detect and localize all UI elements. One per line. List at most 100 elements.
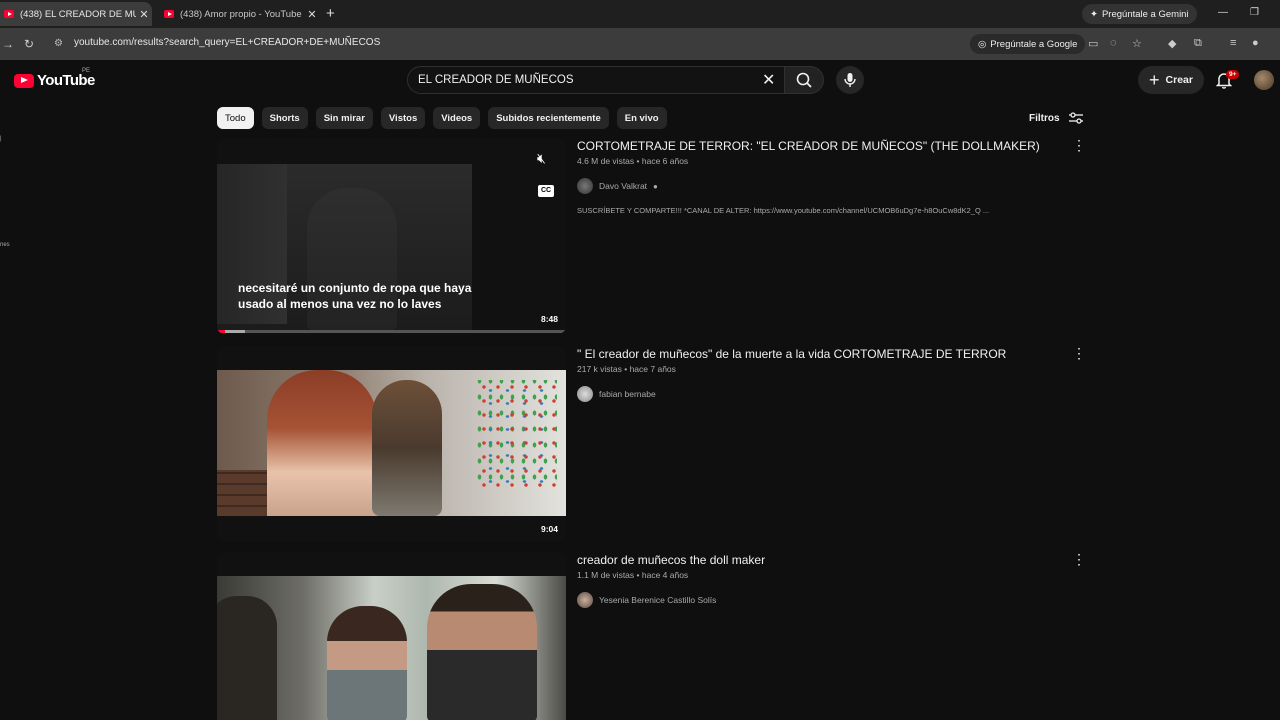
omnibox[interactable]: ⚙ youtube.com/results?search_query=EL+CR… — [48, 32, 1270, 56]
video-result[interactable]: creador de muñecos the doll maker 1.1 M … — [217, 552, 1087, 720]
site-info-icon[interactable]: ⚙ — [54, 38, 63, 49]
restore-icon[interactable]: ❐ — [1250, 7, 1259, 18]
voice-search-button[interactable] — [836, 66, 864, 94]
sliders-icon — [1068, 112, 1083, 124]
minimize-icon[interactable]: — — [1218, 7, 1228, 18]
more-actions-icon[interactable]: ⋮ — [1072, 346, 1086, 360]
search-button[interactable] — [784, 66, 824, 94]
sidebar-edge-text: nes — [0, 242, 10, 248]
clear-search-icon[interactable]: ✕ — [762, 70, 775, 90]
video-title[interactable]: " El creador de muñecos" de la muerte a … — [577, 346, 1077, 362]
thumb-doll — [372, 380, 442, 516]
video-thumbnail[interactable] — [217, 552, 566, 720]
subtitle-line: necesitaré un conjunto de ropa que haya — [238, 281, 472, 295]
video-thumbnail[interactable]: 9:04 — [217, 346, 566, 542]
video-duration: 8:48 — [540, 314, 558, 324]
thumbnail-image — [217, 370, 566, 516]
search-icon — [796, 72, 812, 88]
microphone-icon — [844, 73, 856, 87]
channel-row[interactable]: Yesenia Berenice Castillo Solís — [577, 592, 1077, 608]
youtube-favicon-icon — [164, 10, 174, 18]
subtitle-line: usado al menos una vez no lo laves — [238, 297, 442, 311]
channel-name[interactable]: Yesenia Berenice Castillo Solís — [599, 595, 716, 605]
preview-progress-bar[interactable] — [217, 330, 566, 333]
chip-vistos[interactable]: Vistos — [380, 107, 426, 129]
channel-row[interactable]: fabian bernabe — [577, 386, 1077, 402]
chip-en-vivo[interactable]: En vivo — [616, 107, 667, 129]
sidebar-edge-mark: | — [0, 136, 2, 142]
extension-icon[interactable]: ◆ — [1168, 37, 1176, 50]
channel-avatar[interactable] — [577, 386, 593, 402]
verified-check-icon: ● — [653, 181, 658, 191]
reading-list-icon[interactable]: ≡ — [1230, 37, 1236, 49]
url-text[interactable]: youtube.com/results?search_query=EL+CREA… — [74, 37, 380, 48]
ask-google-label: Pregúntale a Google — [990, 38, 1078, 50]
thumb-woman — [327, 606, 407, 720]
youtube-play-icon — [14, 73, 34, 88]
more-actions-icon[interactable]: ⋮ — [1072, 138, 1086, 152]
close-tab-icon[interactable]: ✕ — [304, 8, 320, 21]
video-meta: 1.1 M de vistas • hace 4 años — [577, 570, 689, 580]
tab-inactive[interactable]: (438) Amor propio - YouTube ✕ — [160, 2, 320, 26]
ask-google-button[interactable]: ◎ Pregúntale a Google — [970, 34, 1086, 54]
lens-icon: ◎ — [978, 38, 987, 50]
ask-gemini-label: Pregúntale a Gemini — [1101, 8, 1189, 20]
channel-name[interactable]: Davo Valkrat — [599, 181, 647, 191]
thumbnail-image — [217, 576, 566, 720]
ask-gemini-button[interactable]: ✦ Pregúntale a Gemini — [1082, 4, 1197, 24]
tab-active[interactable]: (438) EL CREADOR DE MUÑECOS ✕ — [0, 2, 152, 26]
search-box[interactable]: EL CREADOR DE MUÑECOS ✕ — [407, 66, 785, 94]
mute-icon[interactable]: 🔇︎ — [537, 150, 546, 167]
chip-videos[interactable]: Videos — [433, 107, 481, 129]
profile-icon[interactable]: ● — [1252, 37, 1259, 49]
country-code: PE — [82, 68, 91, 74]
notifications-badge: 9+ — [1226, 70, 1240, 79]
bookmark-star-icon[interactable]: ☆ — [1132, 37, 1142, 50]
tracking-protection-icon[interactable]: ◌ — [1110, 37, 1117, 49]
close-tab-icon[interactable]: ✕ — [136, 8, 152, 21]
video-info: CORTOMETRAJE DE TERROR: "EL CREADOR DE M… — [577, 138, 1077, 215]
cast-icon[interactable]: ▭ — [1088, 37, 1098, 50]
plus-icon: + — [1149, 70, 1160, 90]
youtube-wordmark: YouTube — [37, 72, 95, 89]
thumb-kid — [217, 596, 277, 720]
chip-todo[interactable]: Todo — [217, 107, 254, 129]
filters-button[interactable]: Filtros — [1029, 111, 1084, 125]
channel-row[interactable]: Davo Valkrat ● — [577, 178, 1077, 194]
video-title[interactable]: CORTOMETRAJE DE TERROR: "EL CREADOR DE M… — [577, 138, 1077, 154]
filter-chips: Todo Shorts Sin mirar Vistos Videos Subi… — [217, 107, 667, 129]
video-meta: 4.6 M de vistas • hace 6 años — [577, 156, 689, 166]
filters-label: Filtros — [1029, 112, 1060, 124]
search-input[interactable]: EL CREADOR DE MUÑECOS — [418, 74, 574, 86]
extensions-puzzle-icon[interactable]: ⧉ — [1194, 37, 1202, 50]
video-thumbnail-preview[interactable]: necesitaré un conjunto de ropa que haya … — [217, 138, 566, 334]
thumb-dots — [477, 380, 557, 490]
account-avatar[interactable] — [1254, 70, 1274, 90]
channel-avatar[interactable] — [577, 178, 593, 194]
video-result[interactable]: 9:04 " El creador de muñecos" de la muer… — [217, 346, 1087, 542]
video-description: SUSCRÍBETE Y COMPARTE!!! *CANAL DE ALTER… — [577, 206, 990, 215]
video-info: " El creador de muñecos" de la muerte a … — [577, 346, 1077, 402]
create-button[interactable]: + Crear — [1138, 66, 1204, 94]
chip-shorts[interactable]: Shorts — [261, 107, 308, 129]
thumb-man — [427, 584, 537, 720]
video-meta: 217 k vistas • hace 7 años — [577, 364, 676, 374]
more-actions-icon[interactable]: ⋮ — [1072, 552, 1086, 566]
tab-title: (438) EL CREADOR DE MUÑECOS — [20, 8, 136, 20]
channel-name[interactable]: fabian bernabe — [599, 389, 656, 399]
closed-captions-icon[interactable]: CC — [538, 185, 554, 197]
progress-played — [217, 330, 225, 333]
youtube-logo[interactable]: YouTube PE — [14, 68, 95, 89]
video-result[interactable]: necesitaré un conjunto de ropa que haya … — [217, 138, 1087, 338]
chip-sin-mirar[interactable]: Sin mirar — [315, 107, 373, 129]
new-tab-icon[interactable]: + — [326, 5, 335, 22]
tab-title: (438) Amor propio - YouTube — [180, 8, 302, 20]
browser-tab-bar: (438) EL CREADOR DE MUÑECOS ✕ (438) Amor… — [0, 0, 1280, 28]
channel-avatar[interactable] — [577, 592, 593, 608]
chip-subidos-recientemente[interactable]: Subidos recientemente — [488, 107, 609, 129]
video-title[interactable]: creador de muñecos the doll maker — [577, 552, 1077, 568]
forward-icon[interactable]: → — [2, 37, 14, 51]
reload-icon[interactable]: ↻ — [24, 37, 34, 51]
video-duration: 9:04 — [540, 524, 558, 534]
thumb-woman — [267, 370, 377, 516]
